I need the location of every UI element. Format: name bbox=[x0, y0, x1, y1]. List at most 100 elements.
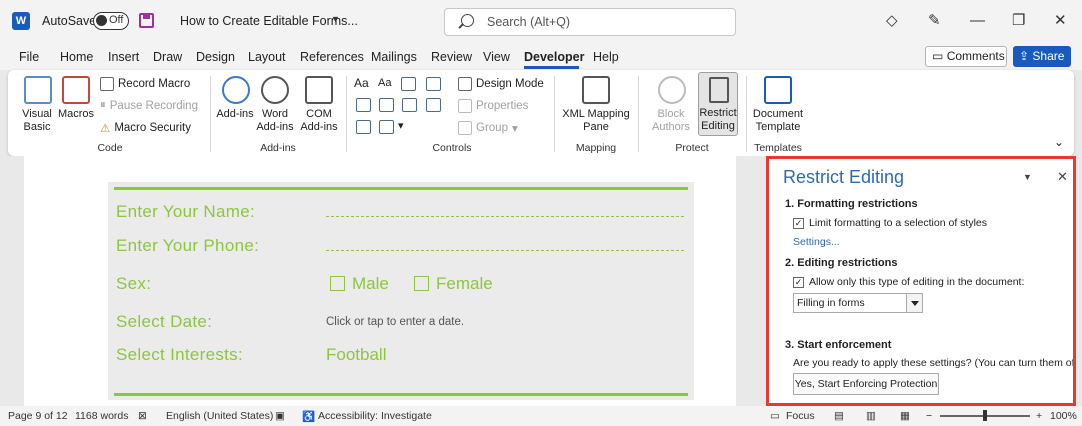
search-input[interactable]: Search (Alt+Q) bbox=[444, 8, 736, 36]
tab-review[interactable]: Review bbox=[431, 50, 472, 64]
start-enforcing-button[interactable]: Yes, Start Enforcing Protection bbox=[793, 373, 939, 395]
block-authors-button[interactable]: Block Authors bbox=[648, 108, 694, 134]
building-block-control-icon[interactable] bbox=[426, 77, 441, 91]
plain-text-control-icon[interactable]: Aa bbox=[378, 77, 391, 90]
group-separator bbox=[554, 76, 555, 152]
tab-view[interactable]: View bbox=[483, 50, 510, 64]
tab-layout[interactable]: Layout bbox=[248, 50, 286, 64]
macro-security-button[interactable]: ⚠ Macro Security bbox=[100, 121, 191, 135]
minimize-icon[interactable]: — bbox=[970, 12, 985, 30]
save-icon[interactable] bbox=[139, 13, 154, 28]
addins-button[interactable]: Add-ins bbox=[216, 108, 254, 121]
pane-title: Restrict Editing bbox=[783, 167, 905, 187]
visual-basic-icon[interactable] bbox=[24, 76, 52, 104]
tab-help[interactable]: Help bbox=[593, 50, 619, 64]
settings-link[interactable]: Settings... bbox=[793, 236, 840, 248]
restrict-editing-icon bbox=[709, 77, 729, 103]
focus-button[interactable]: Focus bbox=[786, 410, 815, 422]
limit-formatting-checkbox[interactable]: ✓ bbox=[793, 217, 804, 229]
allow-editing-checkbox[interactable]: ✓ bbox=[793, 276, 804, 288]
group-label-addins: Add-ins bbox=[260, 142, 296, 154]
female-checkbox[interactable] bbox=[414, 276, 429, 291]
editing-type-select[interactable]: Filling in forms bbox=[793, 293, 923, 313]
macro-recording-icon[interactable]: ▣ bbox=[275, 410, 285, 422]
zoom-in-icon[interactable]: + bbox=[1036, 410, 1042, 422]
design-mode-button[interactable]: Design Mode bbox=[458, 77, 544, 91]
block-authors-icon[interactable] bbox=[658, 76, 686, 104]
zoom-slider-thumb[interactable] bbox=[983, 410, 987, 421]
share-button[interactable]: ⇪ Share bbox=[1013, 46, 1071, 67]
date-label: Select Date: bbox=[116, 312, 213, 331]
macros-button[interactable]: Macros bbox=[56, 108, 96, 121]
macros-icon[interactable] bbox=[62, 76, 90, 104]
tab-file[interactable]: File bbox=[19, 50, 39, 64]
pause-recording-button[interactable]: ⏸ Pause Recording bbox=[100, 99, 198, 112]
checkbox-control-icon[interactable] bbox=[356, 98, 371, 112]
proofing-icon[interactable]: ⊠ bbox=[138, 410, 147, 422]
date-picker-control-icon[interactable] bbox=[426, 98, 441, 112]
autosave-toggle[interactable]: Off bbox=[93, 12, 129, 30]
record-macro-button[interactable]: Record Macro bbox=[100, 77, 190, 91]
accessibility-icon[interactable]: ♿ bbox=[302, 410, 315, 423]
status-bar: Page 9 of 12 1168 words ⊠ English (Unite… bbox=[0, 406, 1082, 426]
focus-icon[interactable]: ▭ bbox=[770, 410, 780, 422]
page-count[interactable]: Page 9 of 12 bbox=[8, 410, 68, 422]
chevron-down-icon[interactable]: ▾ bbox=[398, 120, 404, 133]
web-layout-icon[interactable]: ▦ bbox=[900, 410, 910, 422]
addins-icon[interactable] bbox=[222, 76, 250, 104]
diamond-icon[interactable]: ◇ bbox=[886, 12, 898, 30]
restrict-editing-button[interactable]: Restrict Editing bbox=[698, 72, 738, 136]
male-checkbox[interactable] bbox=[330, 276, 345, 291]
male-label: Male bbox=[352, 274, 389, 293]
com-addins-button[interactable]: COM Add-ins bbox=[298, 108, 340, 134]
read-mode-icon[interactable]: ▤ bbox=[834, 410, 844, 422]
dropdown-control-icon[interactable] bbox=[402, 98, 417, 112]
word-addins-button[interactable]: Word Add-ins bbox=[254, 108, 296, 134]
gear-icon[interactable] bbox=[261, 76, 289, 104]
tab-draw[interactable]: Draw bbox=[153, 50, 182, 64]
name-field[interactable] bbox=[326, 216, 684, 217]
zoom-out-icon[interactable]: − bbox=[926, 410, 932, 422]
group-label-templates: Templates bbox=[754, 142, 802, 154]
limit-formatting-option[interactable]: ✓ Limit formatting to a selection of sty… bbox=[793, 217, 987, 229]
allow-editing-option[interactable]: ✓ Allow only this type of editing in the… bbox=[793, 276, 1024, 288]
rich-text-control-icon[interactable]: Aa bbox=[354, 77, 369, 90]
tab-insert[interactable]: Insert bbox=[108, 50, 139, 64]
combo-box-control-icon[interactable] bbox=[379, 98, 394, 112]
date-picker-field[interactable]: Click or tap to enter a date. bbox=[326, 316, 464, 328]
pane-options-icon[interactable]: ▼ bbox=[1023, 172, 1032, 182]
picture-control-icon[interactable] bbox=[401, 77, 416, 91]
document-template-icon[interactable] bbox=[764, 76, 792, 104]
tab-developer[interactable]: Developer bbox=[524, 50, 584, 64]
xml-mapping-icon[interactable] bbox=[582, 76, 610, 104]
xml-mapping-pane-button[interactable]: XML Mapping Pane bbox=[560, 108, 632, 134]
collapse-ribbon-icon[interactable]: ⌄ bbox=[1054, 136, 1064, 149]
word-count[interactable]: 1168 words bbox=[75, 410, 129, 422]
design-mode-label: Design Mode bbox=[476, 78, 544, 90]
language-status[interactable]: English (United States) bbox=[166, 410, 273, 422]
phone-field[interactable] bbox=[326, 250, 684, 251]
repeating-section-control-icon[interactable] bbox=[356, 120, 371, 134]
toggle-knob bbox=[96, 15, 107, 26]
restore-icon[interactable]: ❐ bbox=[1012, 12, 1025, 30]
comments-button[interactable]: ▭ Comments bbox=[925, 46, 1007, 67]
tab-references[interactable]: References bbox=[300, 50, 364, 64]
print-layout-icon[interactable]: ▥ bbox=[866, 410, 876, 422]
chevron-down-icon[interactable]: ▼ bbox=[331, 14, 340, 24]
close-icon[interactable]: ✕ bbox=[1057, 169, 1068, 185]
accessibility-status[interactable]: Accessibility: Investigate bbox=[318, 410, 432, 422]
pen-icon[interactable]: ✎ bbox=[928, 12, 941, 30]
zoom-level[interactable]: 100% bbox=[1050, 410, 1077, 422]
tab-design[interactable]: Design bbox=[196, 50, 235, 64]
close-icon[interactable]: ✕ bbox=[1054, 12, 1067, 30]
tab-home[interactable]: Home bbox=[60, 50, 93, 64]
tab-mailings[interactable]: Mailings bbox=[371, 50, 417, 64]
visual-basic-button[interactable]: Visual Basic bbox=[14, 108, 60, 134]
document-page[interactable]: Enter Your Name: Enter Your Phone: Sex: … bbox=[24, 156, 736, 406]
properties-button[interactable]: Properties bbox=[458, 99, 528, 113]
legacy-tools-icon[interactable] bbox=[379, 120, 394, 134]
document-template-button[interactable]: Document Template bbox=[748, 108, 808, 134]
interests-dropdown[interactable]: Football bbox=[326, 345, 386, 365]
group-button[interactable]: Group ▾ bbox=[458, 121, 518, 135]
com-addins-icon[interactable] bbox=[305, 76, 333, 104]
